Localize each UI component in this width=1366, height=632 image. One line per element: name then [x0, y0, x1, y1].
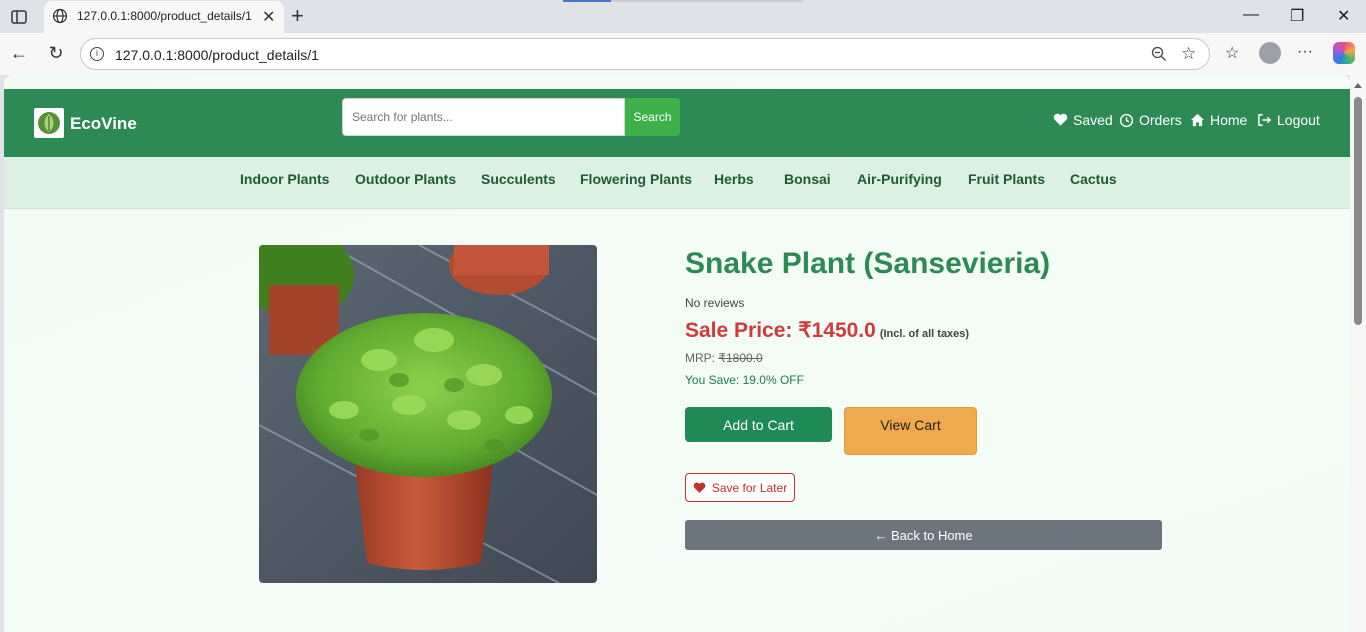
close-tab-icon[interactable]: ✕	[262, 7, 275, 27]
nav-home[interactable]: Home	[1190, 112, 1247, 128]
search-input[interactable]	[342, 98, 625, 136]
save-for-later-button[interactable]: Save for Later	[685, 473, 795, 502]
category-cactus[interactable]: Cactus	[1070, 171, 1117, 187]
browser-tab[interactable]: 127.0.0.1:8000/product_details/1 ✕	[44, 1, 284, 33]
back-to-home-button[interactable]: ← Back to Home	[685, 520, 1162, 550]
browser-toolbar: ← ↻ i 127.0.0.1:8000/product_details/1 ☆…	[0, 33, 1366, 75]
category-outdoor-plants[interactable]: Outdoor Plants	[355, 171, 456, 187]
browser-tab-bar: 127.0.0.1:8000/product_details/1 ✕ + — ❐…	[0, 0, 1366, 33]
nav-orders-label: Orders	[1139, 112, 1182, 128]
mrp-label: MRP:	[685, 351, 715, 365]
heart-icon	[693, 482, 706, 493]
favorite-star-icon[interactable]: ☆	[1181, 44, 1196, 64]
nav-logout[interactable]: Logout	[1257, 112, 1320, 128]
scrollbar-thumb[interactable]	[1354, 97, 1362, 325]
tab-actions-icon[interactable]	[9, 7, 29, 27]
you-save-text: You Save: 19.0% OFF	[685, 373, 804, 387]
category-indoor-plants[interactable]: Indoor Plants	[240, 171, 329, 187]
heart-icon	[1053, 113, 1068, 126]
category-bonsai[interactable]: Bonsai	[784, 171, 831, 187]
add-to-cart-button[interactable]: Add to Cart	[685, 407, 832, 442]
logout-icon	[1258, 114, 1272, 126]
reviews-text: No reviews	[685, 296, 745, 310]
tab-indicator	[563, 0, 803, 2]
category-herbs[interactable]: Herbs	[714, 171, 754, 187]
mrp-value: ₹1800.0	[718, 351, 763, 365]
page-viewport: EcoVine Search Saved Orders Home Logout …	[4, 75, 1350, 632]
window-close-icon[interactable]: ✕	[1337, 6, 1350, 26]
category-fruit-plants[interactable]: Fruit Plants	[968, 171, 1045, 187]
home-icon	[1190, 113, 1205, 127]
nav-saved-label: Saved	[1073, 112, 1113, 128]
clock-icon	[1119, 113, 1134, 127]
more-options-icon[interactable]: ···	[1297, 43, 1313, 61]
sale-price-value: Sale Price: ₹1450.0	[685, 319, 876, 342]
product-title: Snake Plant (Sansevieria)	[685, 247, 1051, 280]
category-succulents[interactable]: Succulents	[481, 171, 556, 187]
search-button[interactable]: Search	[625, 98, 680, 136]
zoom-icon[interactable]	[1151, 46, 1167, 62]
minimize-icon[interactable]: —	[1243, 6, 1259, 24]
category-bar: Indoor Plants Outdoor Plants Succulents …	[4, 157, 1350, 209]
brand-logo[interactable]	[34, 108, 64, 138]
tab-title: 127.0.0.1:8000/product_details/1	[77, 9, 252, 23]
globe-icon	[52, 8, 68, 24]
new-tab-icon[interactable]: +	[291, 3, 304, 29]
nav-orders[interactable]: Orders	[1119, 112, 1182, 128]
category-flowering-plants[interactable]: Flowering Plants	[580, 171, 692, 187]
profile-avatar[interactable]	[1259, 42, 1281, 64]
sale-price: Sale Price: ₹1450.0 (Incl. of all taxes)	[685, 318, 969, 343]
back-arrow-icon[interactable]: ←	[9, 43, 29, 63]
page-scrollbar[interactable]	[1350, 75, 1366, 632]
tax-note: (Incl. of all taxes)	[879, 328, 970, 340]
product-image	[259, 245, 597, 583]
brand-name[interactable]: EcoVine	[70, 114, 137, 134]
category-air-purifying[interactable]: Air-Purifying	[857, 171, 942, 187]
reload-icon[interactable]: ↻	[46, 43, 66, 63]
mrp: MRP: ₹1800.0	[685, 351, 763, 365]
nav-logout-label: Logout	[1277, 112, 1320, 128]
save-for-later-label: Save for Later	[711, 480, 788, 495]
nav-home-label: Home	[1210, 112, 1248, 128]
favorites-icon[interactable]: ☆	[1225, 43, 1239, 63]
scroll-up-icon[interactable]	[1354, 83, 1362, 88]
address-url[interactable]: 127.0.0.1:8000/product_details/1	[115, 47, 319, 63]
address-bar[interactable]: i 127.0.0.1:8000/product_details/1 ☆	[80, 38, 1210, 70]
restore-icon[interactable]: ❐	[1290, 6, 1304, 26]
view-cart-button[interactable]: View Cart	[844, 407, 977, 455]
site-header: EcoVine Search Saved Orders Home Logout	[4, 89, 1350, 157]
copilot-icon[interactable]	[1333, 42, 1355, 64]
nav-saved[interactable]: Saved	[1053, 112, 1113, 128]
site-info-icon[interactable]: i	[90, 47, 104, 61]
